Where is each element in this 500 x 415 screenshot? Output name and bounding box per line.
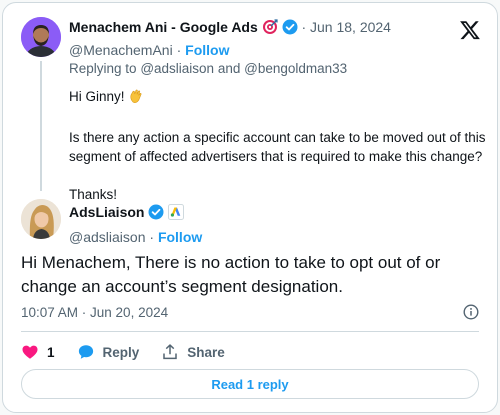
follow-button-main[interactable]: Follow <box>158 229 202 245</box>
verified-badge-icon <box>148 204 164 224</box>
main-tweet-timestamp[interactable]: 10:07 AM · Jun 20, 2024 <box>21 305 168 320</box>
replying-prefix: Replying to <box>69 61 137 76</box>
main-tweet-text: Hi Menachem, There is no action to take … <box>21 253 441 296</box>
tweet-card: Menachem Ani - Google Ads · Jun 18, 2024… <box>2 2 498 413</box>
divider <box>21 331 479 332</box>
separator-dot: · <box>149 229 155 245</box>
main-tweet-header: AdsLiaison @adsliaison · Follow <box>69 203 202 246</box>
avatar-adsliaison[interactable] <box>21 199 61 239</box>
parent-greeting: Hi Ginny! <box>69 89 125 104</box>
main-handle[interactable]: @adsliaison <box>69 229 145 245</box>
parent-tweet-header: Menachem Ani - Google Ads · Jun 18, 2024… <box>69 18 447 59</box>
share-icon <box>163 344 178 360</box>
replying-and: and <box>217 61 241 76</box>
parent-question: Is there any action a specific account c… <box>69 130 486 164</box>
like-count: 1 <box>47 344 55 360</box>
google-ads-affiliate-icon[interactable] <box>168 204 185 224</box>
thread-connector-line <box>40 61 42 191</box>
share-label: Share <box>187 344 225 360</box>
follow-button-parent[interactable]: Follow <box>185 42 229 58</box>
share-button[interactable]: Share <box>161 343 225 361</box>
parent-display-name[interactable]: Menachem Ani - Google Ads <box>69 19 258 35</box>
replying-to-line: Replying to @adsliaison and @bengoldman3… <box>69 61 347 76</box>
replying-user-2[interactable]: @bengoldman33 <box>244 61 347 76</box>
parent-closing: Thanks! <box>69 187 118 202</box>
avatar-menachem[interactable] <box>21 17 61 57</box>
x-logo-icon[interactable] <box>459 19 481 41</box>
target-emoji-icon <box>262 19 278 39</box>
reply-bubble-icon <box>78 345 93 359</box>
parent-handle[interactable]: @MenachemAni <box>69 42 173 58</box>
verified-badge-icon <box>282 19 298 39</box>
separator-dot: · <box>301 19 307 35</box>
action-bar: 1 Reply Share <box>21 341 247 363</box>
like-button[interactable]: 1 <box>21 343 55 361</box>
read-replies-button[interactable]: Read 1 reply <box>21 369 479 399</box>
heart-icon <box>22 345 38 359</box>
replying-user-1[interactable]: @adsliaison <box>140 61 214 76</box>
reply-label: Reply <box>102 344 140 360</box>
reply-button[interactable]: Reply <box>77 343 140 361</box>
waving-hand-icon <box>128 88 144 109</box>
parent-tweet-body: Hi Ginny! Is there any action a specific… <box>69 87 489 204</box>
main-display-name[interactable]: AdsLiaison <box>69 204 144 220</box>
parent-tweet-date[interactable]: Jun 18, 2024 <box>310 19 391 35</box>
separator-dot: · <box>176 42 182 58</box>
info-icon[interactable] <box>463 304 479 320</box>
